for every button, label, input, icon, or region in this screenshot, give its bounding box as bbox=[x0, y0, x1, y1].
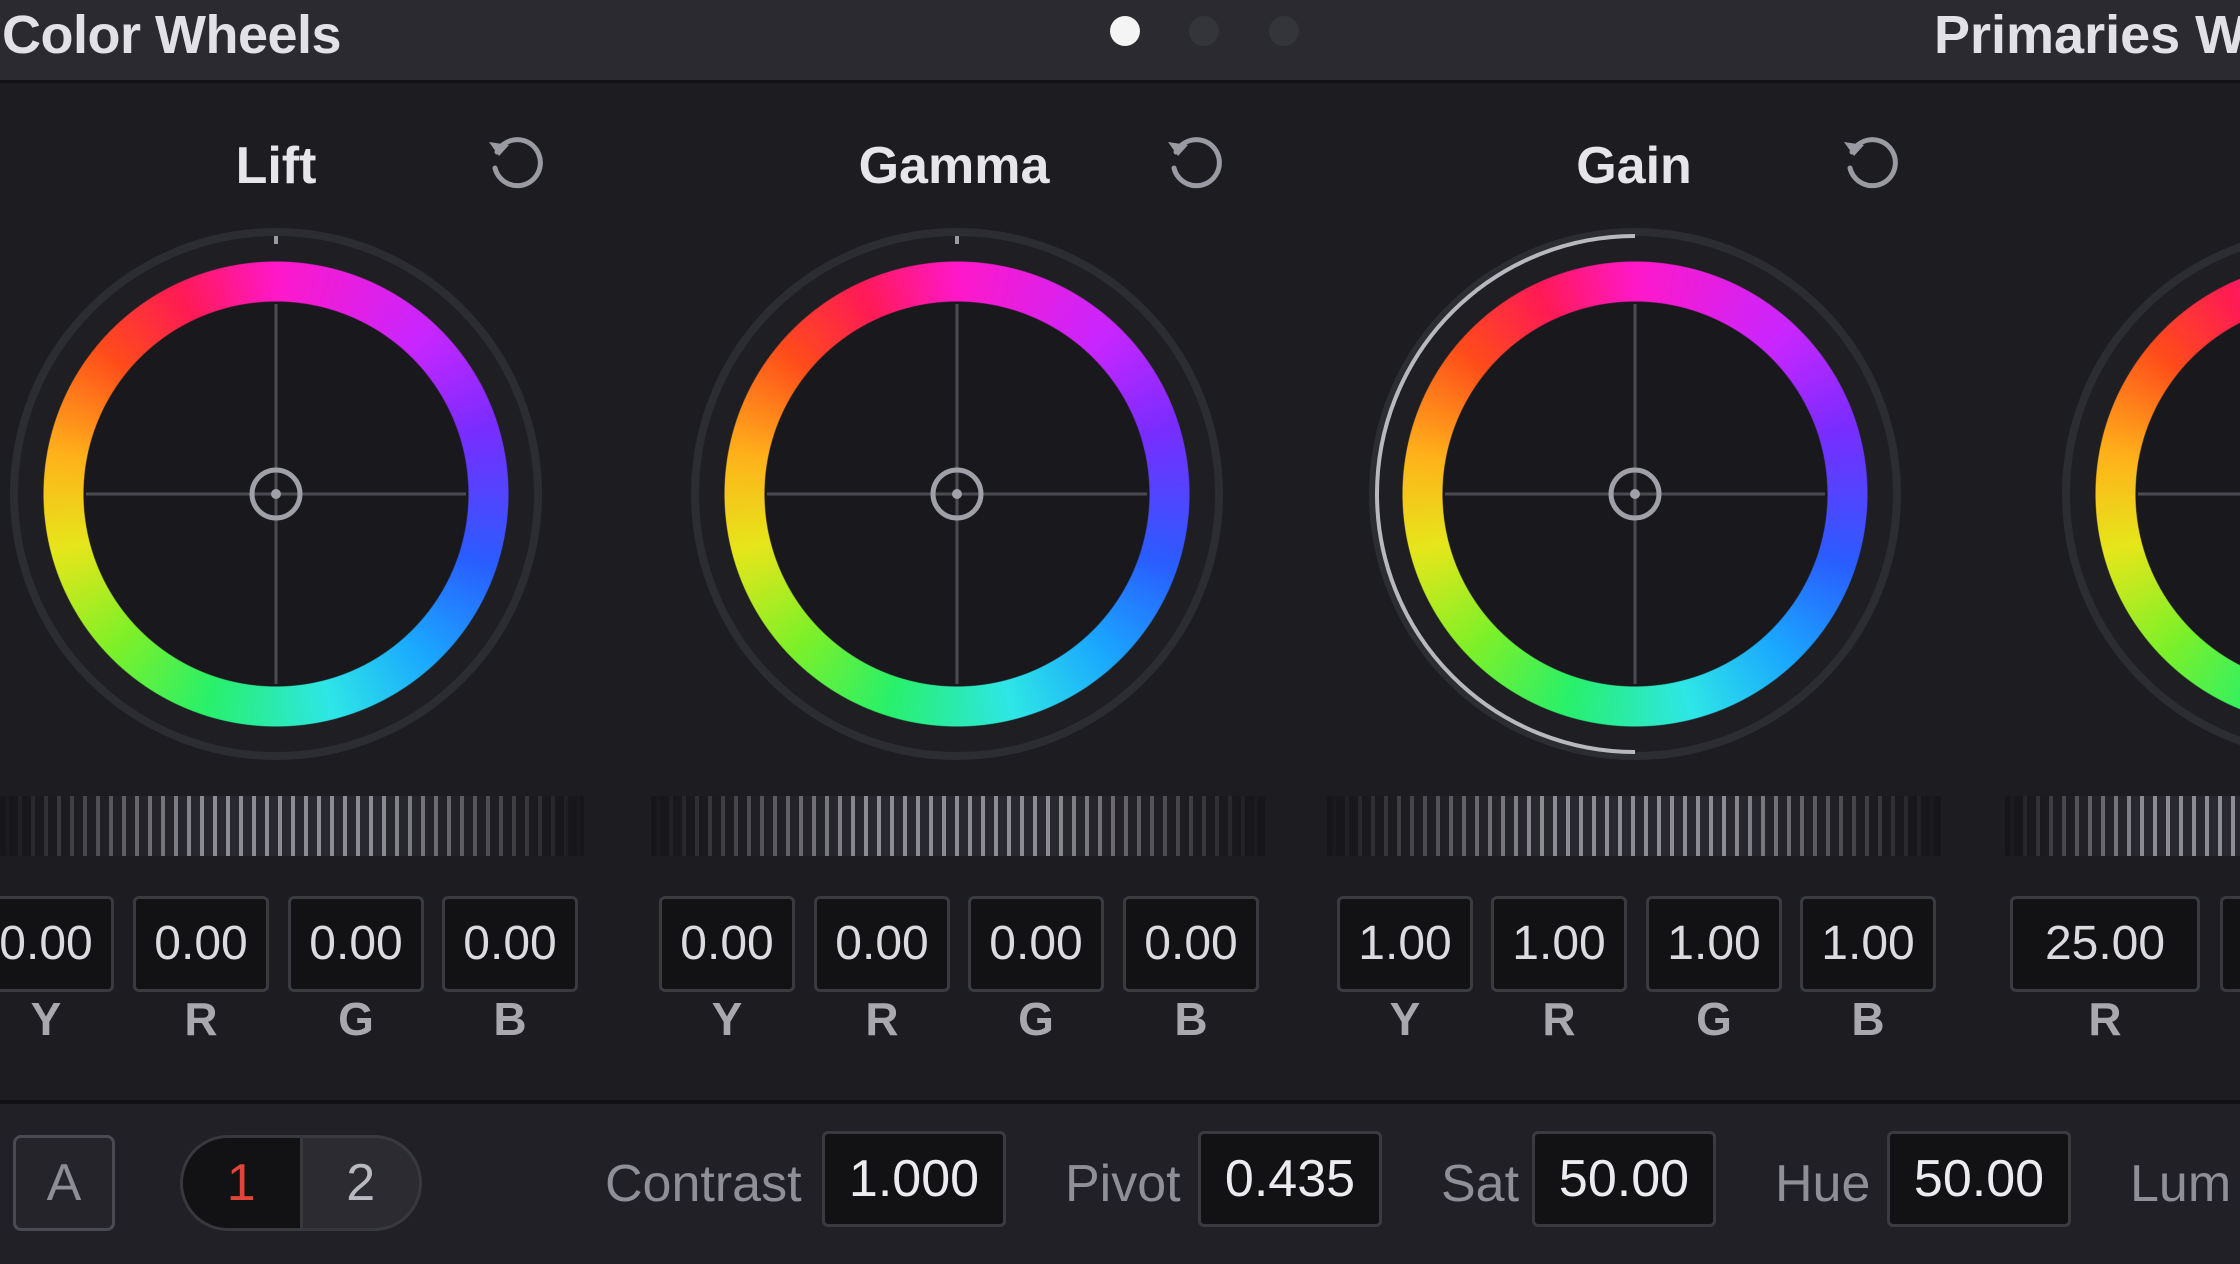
gamma-title: Gamma bbox=[858, 137, 1050, 195]
panel-title: Color Wheels bbox=[2, 5, 342, 65]
gain-r-label: R bbox=[1542, 993, 1576, 1045]
offset-color-wheel[interactable] bbox=[2048, 214, 2240, 774]
lift-r-label: R bbox=[184, 993, 218, 1045]
contrast-field[interactable]: 1.000 bbox=[822, 1131, 1006, 1227]
gamma-panel: Gamma 0.00 0.00 0.00 0.00 Y R G B bbox=[651, 80, 1360, 1100]
page-dot-1[interactable] bbox=[1110, 16, 1140, 46]
page-dot-3[interactable] bbox=[1269, 16, 1299, 46]
lift-title: Lift bbox=[235, 137, 317, 195]
lift-color-wheel[interactable] bbox=[0, 214, 556, 774]
gain-b-value[interactable]: 1.00 bbox=[1800, 896, 1936, 992]
gain-color-wheel[interactable] bbox=[1355, 214, 1915, 774]
lift-r-value[interactable]: 0.00 bbox=[133, 896, 269, 992]
gamma-r-label: R bbox=[865, 993, 899, 1045]
page-dot-2[interactable] bbox=[1189, 16, 1219, 46]
gamma-y-label: Y bbox=[711, 993, 743, 1045]
pivot-field[interactable]: 0.435 bbox=[1198, 1131, 1382, 1227]
hue-field[interactable]: 50.00 bbox=[1887, 1131, 2071, 1227]
page-1-button[interactable]: 1 bbox=[183, 1138, 300, 1228]
lift-master-wheel[interactable] bbox=[0, 796, 584, 856]
sat-label: Sat bbox=[1441, 1155, 1520, 1213]
gain-title: Gain bbox=[1576, 137, 1692, 195]
gamma-master-wheel[interactable] bbox=[651, 796, 1265, 856]
gamma-g-value[interactable]: 0.00 bbox=[968, 896, 1104, 992]
gain-g-label: G bbox=[1696, 993, 1732, 1045]
lift-b-value[interactable]: 0.00 bbox=[442, 896, 578, 992]
gamma-b-value[interactable]: 0.00 bbox=[1123, 896, 1259, 992]
gamma-y-value[interactable]: 0.00 bbox=[659, 896, 795, 992]
lift-g-label: G bbox=[338, 993, 374, 1045]
page-2-button[interactable]: 2 bbox=[299, 1138, 420, 1228]
lift-g-value[interactable]: 0.00 bbox=[288, 896, 424, 992]
gain-g-value[interactable]: 1.00 bbox=[1646, 896, 1782, 992]
hue-label: Hue bbox=[1775, 1155, 1871, 1213]
lift-b-label: B bbox=[493, 993, 527, 1045]
reset-icon[interactable] bbox=[1162, 128, 1232, 198]
lift-y-value[interactable]: 0.00 bbox=[0, 896, 114, 992]
gain-master-wheel[interactable] bbox=[1327, 796, 1941, 856]
offset-g-value[interactable] bbox=[2220, 896, 2240, 992]
gain-y-value[interactable]: 1.00 bbox=[1337, 896, 1473, 992]
bottom-parameter-bar: A 1 2 Contrast 1.000 Pivot 0.435 Sat 50.… bbox=[0, 1100, 2240, 1264]
reset-icon[interactable] bbox=[1838, 128, 1908, 198]
contrast-label: Contrast bbox=[605, 1155, 802, 1213]
gain-panel: Gain 1.00 1.00 1.00 1.00 Y R G B bbox=[1327, 80, 2037, 1100]
gamma-b-label: B bbox=[1174, 993, 1208, 1045]
gamma-color-wheel[interactable] bbox=[677, 214, 1237, 774]
offset-r-value[interactable]: 25.00 bbox=[2010, 896, 2200, 992]
page-toggle: 1 2 bbox=[180, 1135, 422, 1231]
offset-master-wheel[interactable] bbox=[2005, 796, 2240, 856]
lift-panel: Lift 0.00 0.00 0.00 0.00 Y R G B bbox=[0, 80, 680, 1100]
pivot-label: Pivot bbox=[1065, 1155, 1181, 1213]
gamma-g-label: G bbox=[1018, 993, 1054, 1045]
gain-y-label: Y bbox=[1389, 993, 1421, 1045]
offset-r-label: R bbox=[2088, 993, 2122, 1045]
gain-b-label: B bbox=[1851, 993, 1885, 1045]
mode-a-button[interactable]: A bbox=[13, 1135, 115, 1231]
primaries-wheels-title: Primaries W bbox=[1934, 5, 2240, 65]
reset-icon[interactable] bbox=[483, 128, 553, 198]
lum-label: Lum bbox=[2130, 1155, 2232, 1213]
sat-field[interactable]: 50.00 bbox=[1532, 1131, 1716, 1227]
offset-panel: 25.00 R bbox=[2000, 80, 2240, 1100]
gamma-r-value[interactable]: 0.00 bbox=[814, 896, 950, 992]
lift-y-label: Y bbox=[30, 993, 62, 1045]
gain-r-value[interactable]: 1.00 bbox=[1491, 896, 1627, 992]
panel-header: Color Wheels Primaries W bbox=[0, 0, 2240, 83]
